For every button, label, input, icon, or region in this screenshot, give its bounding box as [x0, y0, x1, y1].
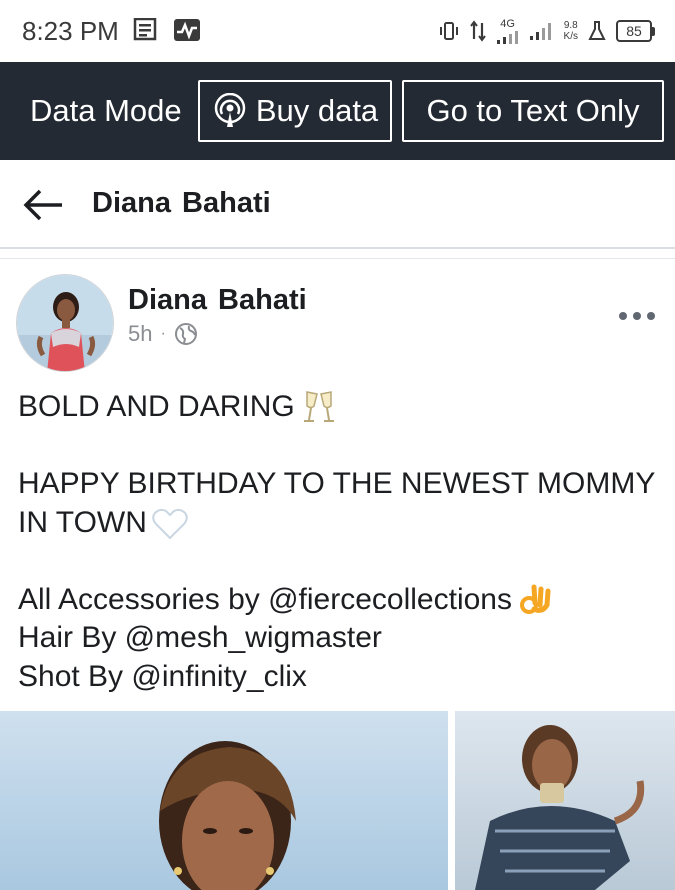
page-title: Diana Bahati	[92, 187, 271, 219]
buy-data-button[interactable]: Buy data	[198, 80, 392, 142]
signal-icon-1	[496, 30, 518, 44]
champagne-glasses-icon	[303, 391, 334, 423]
network-speed: 9.8 K/s	[563, 20, 578, 42]
battery-level: 85	[616, 20, 652, 42]
notification-icon	[133, 18, 157, 41]
post-photo[interactable]	[455, 711, 675, 890]
post-photo[interactable]	[0, 711, 448, 890]
battery-tip	[652, 26, 655, 36]
text-only-label: Go to Text Only	[426, 93, 640, 128]
post-line: Shot By @infinity_clix	[18, 659, 307, 693]
network-indicator: 4G	[496, 17, 520, 44]
meta-separator: ·	[160, 325, 166, 342]
post-meta: 5h ·	[128, 320, 198, 348]
data-transfer-icon	[469, 20, 486, 42]
avatar[interactable]	[16, 274, 114, 372]
white-heart-icon	[152, 508, 188, 539]
divider	[0, 258, 675, 259]
post-time: 5h	[128, 321, 153, 346]
post-line: HAPPY BIRTHDAY TO THE NEWEST MOMMY	[18, 467, 656, 500]
network-type: 4G	[500, 17, 515, 30]
globe-icon	[174, 323, 197, 345]
post-line: Hair By @mesh_wigmaster	[18, 621, 382, 654]
text-only-button[interactable]: Go to Text Only	[402, 80, 664, 142]
status-bar: 8:23 PM 4G 9.8 K/s 85	[0, 0, 675, 62]
back-arrow-icon[interactable]	[22, 185, 66, 225]
data-mode-bar: Data Mode Buy data Go to Text Only	[0, 62, 675, 160]
broadcast-icon	[214, 93, 246, 127]
page-header: Diana Bahati	[0, 160, 675, 249]
ok-hand-icon	[519, 584, 551, 614]
buy-data-label: Buy data	[255, 93, 379, 128]
post-line: BOLD AND DARING	[18, 388, 668, 427]
post-author-name[interactable]: Diana Bahati	[128, 284, 307, 317]
more-options-icon[interactable]	[617, 305, 657, 327]
data-mode-label: Data Mode	[30, 93, 182, 128]
signal-icon-2	[529, 23, 551, 40]
post-line: All Accessories by @fiercecollections	[18, 581, 668, 620]
battery-indicator: 85	[616, 20, 655, 42]
post-line: IN TOWN	[18, 504, 668, 543]
lab-flask-icon	[588, 21, 606, 40]
status-time: 8:23 PM	[22, 16, 119, 46]
activity-icon	[174, 19, 200, 41]
vibrate-icon	[439, 22, 458, 40]
post-body: BOLD AND DARING HAPPY BIRTHDAY TO THE NE…	[18, 388, 668, 696]
